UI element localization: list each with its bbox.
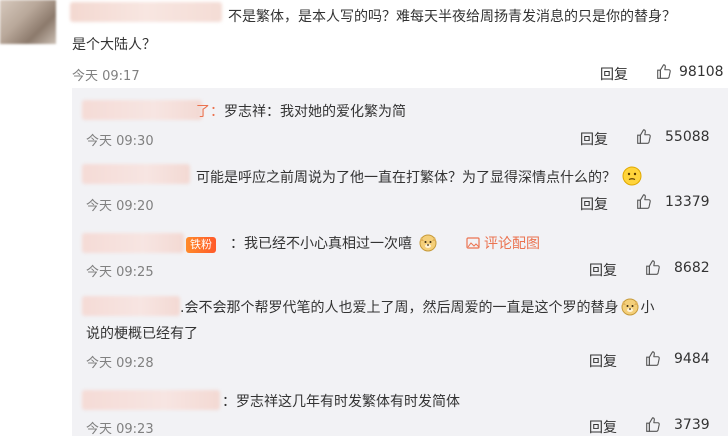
reply-text: ：我已经不小心真相过一次嘻 xyxy=(230,232,438,255)
like-count: 98108 xyxy=(679,64,724,80)
like-count: 8682 xyxy=(674,260,710,276)
fan-badge: 铁粉 xyxy=(186,237,216,253)
reply-body: 可能是呼应之前周说为了他一直在打繁体？为了显得深情点什么的？ xyxy=(196,170,616,186)
reply-time: 今天 09:25 xyxy=(86,265,154,280)
reply-button[interactable]: 回复 xyxy=(580,129,608,149)
comment-time: 今天 09:17 xyxy=(72,69,140,84)
thumbs-up-icon[interactable] xyxy=(644,350,662,368)
reply-time: 今天 09:23 xyxy=(86,422,154,436)
comment-image-link[interactable]: 评论配图 xyxy=(484,233,540,253)
reply-item: 可能是呼应之前周说为了他一直在打繁体？为了显得深情点什么的？ 今天 09:20 … xyxy=(72,154,728,220)
doge-icon xyxy=(621,298,639,316)
image-icon[interactable] xyxy=(466,236,480,250)
like-count: 13379 xyxy=(665,194,710,210)
reply-body: ：罗志祥这几年有时发繁体有时发简体 xyxy=(222,394,460,410)
reply-body: ：我已经不小心真相过一次嘻 xyxy=(230,236,412,252)
reply-text-line2: 说的梗概已经有了 xyxy=(86,326,198,342)
reply-item: 铁粉 ：我已经不小心真相过一次嘻 评论配图 今天 09:25 回复 8682 xyxy=(72,220,728,286)
doge-icon xyxy=(419,234,437,252)
reply-time: 今天 09:28 xyxy=(86,356,154,371)
reply-item: ：罗志祥这几年有时发繁体有时发简体 今天 09:23 回复 3739 xyxy=(72,378,728,436)
thinking-face-icon xyxy=(622,166,642,186)
reply-button[interactable]: 回复 xyxy=(600,64,628,84)
thumbs-up-icon[interactable] xyxy=(644,259,662,277)
thumbs-up-icon[interactable] xyxy=(655,63,673,81)
like-count: 55088 xyxy=(665,129,710,145)
reply-body-end: 小 xyxy=(640,300,655,316)
reply-author-redacted[interactable] xyxy=(82,296,180,316)
reply-author-redacted[interactable] xyxy=(82,233,184,253)
reply-author-redacted[interactable] xyxy=(82,390,220,410)
reply-button[interactable]: 回复 xyxy=(589,417,617,436)
reply-author-redacted[interactable] xyxy=(82,164,190,184)
replies-section: 了：罗志祥：我对她的爱化繁为简 今天 09:30 回复 55088 可能是呼应之… xyxy=(72,88,728,436)
reply-time: 今天 09:30 xyxy=(86,134,154,149)
comment-text-line1: 不是繁体，是本人写的吗？难每天半夜给周扬青发消息的只是你的替身？ xyxy=(228,9,676,25)
reply-time: 今天 09:20 xyxy=(86,199,154,214)
thumbs-up-icon[interactable] xyxy=(644,416,662,434)
reply-text: 可能是呼应之前周说为了他一直在打繁体？为了显得深情点什么的？ xyxy=(196,166,642,189)
reply-text: 了：罗志祥：我对她的爱化繁为简 xyxy=(196,101,406,123)
reply-item: .会不会那个帮罗代笔的人也爱上了周，然后周爱的一直是这个罗的替身 小 说的梗概已… xyxy=(72,286,728,378)
main-comment: 不是繁体，是本人写的吗？难每天半夜给周扬青发消息的只是你的替身？ 是个大陆人？ … xyxy=(0,0,728,88)
reply-item: 了：罗志祥：我对她的爱化繁为简 今天 09:30 回复 55088 xyxy=(72,88,728,154)
avatar[interactable] xyxy=(0,0,56,44)
like-count: 9484 xyxy=(674,351,710,367)
reply-button[interactable]: 回复 xyxy=(580,194,608,214)
reply-author-suffix[interactable]: 了： xyxy=(196,104,224,120)
reply-button[interactable]: 回复 xyxy=(589,260,617,280)
reply-body: 罗志祥：我对她的爱化繁为简 xyxy=(224,104,406,120)
thumbs-up-icon[interactable] xyxy=(635,128,653,146)
like-count: 3739 xyxy=(674,417,710,433)
thumbs-up-icon[interactable] xyxy=(635,193,653,211)
reply-body: .会不会那个帮罗代笔的人也爱上了周，然后周爱的一直是这个罗的替身 xyxy=(180,300,619,316)
commenter-name-redacted[interactable] xyxy=(70,2,222,22)
comment-text-line2: 是个大陆人？ xyxy=(72,37,156,53)
reply-text-line1: .会不会那个帮罗代笔的人也爱上了周，然后周爱的一直是这个罗的替身 小 xyxy=(180,296,654,319)
reply-button[interactable]: 回复 xyxy=(589,351,617,371)
reply-text: ：罗志祥这几年有时发繁体有时发简体 xyxy=(222,391,460,413)
reply-author-redacted[interactable] xyxy=(82,100,202,120)
